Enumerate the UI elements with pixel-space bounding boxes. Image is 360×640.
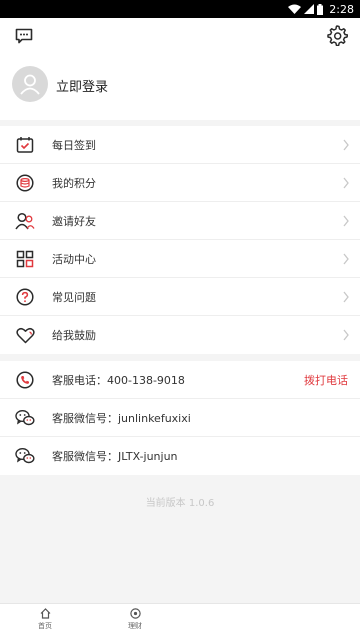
status-bar: 2:28 (0, 0, 360, 18)
status-icons (288, 3, 324, 15)
settings-button[interactable] (326, 24, 349, 47)
invite-friends-icon (15, 211, 35, 231)
menu-item-label: 常见问题 (52, 290, 96, 304)
contact-phone-row: 客服电话：400-138-9018 拨打电话 (0, 361, 360, 399)
activity-grid-icon (15, 249, 35, 269)
battery-icon (317, 3, 324, 15)
message-button[interactable] (14, 26, 34, 46)
profile-header: 立即登录 (0, 18, 360, 120)
contact-list: 客服电话：400-138-9018 拨打电话 客服微信号：junlinkefux… (0, 361, 360, 475)
contact-wechat-row-2[interactable]: 客服微信号：JLTX-junjun (0, 437, 360, 475)
heart-icon (15, 325, 35, 345)
phone-icon (15, 370, 35, 390)
chevron-right-icon (343, 291, 349, 303)
menu-list: 每日签到 我的积分 邀请好友 活动中心 常见问题 给我鼓励 (0, 126, 360, 354)
service-phone-text: 客服电话：400-138-9018 (52, 373, 185, 387)
contact-wechat-row-1[interactable]: 客服微信号：junlinkefuxixi (0, 399, 360, 437)
service-wechat-text: 客服微信号：JLTX-junjun (52, 450, 178, 463)
calendar-check-icon (15, 135, 35, 155)
user-avatar-icon (20, 74, 40, 95)
finance-icon (129, 608, 141, 619)
chevron-right-icon (343, 253, 349, 265)
call-button[interactable]: 拨打电话 (304, 372, 348, 388)
menu-item-activity-center[interactable]: 活动中心 (0, 240, 360, 278)
menu-item-faq[interactable]: 常见问题 (0, 278, 360, 316)
menu-item-label: 活动中心 (52, 252, 96, 266)
signal-icon (304, 4, 315, 14)
menu-item-encourage[interactable]: 给我鼓励 (0, 316, 360, 354)
tab-label: 首页 (38, 622, 52, 630)
wechat-icon (15, 446, 35, 466)
chevron-right-icon (343, 139, 349, 151)
question-icon (15, 287, 35, 307)
wechat-icon (15, 408, 35, 428)
tab-finance[interactable]: 理财 (110, 608, 160, 631)
gear-icon (327, 25, 349, 47)
chevron-right-icon (343, 329, 349, 341)
chevron-right-icon (343, 177, 349, 189)
tab-home[interactable]: 首页 (20, 608, 70, 631)
home-icon (40, 608, 50, 619)
service-wechat-text: 客服微信号：junlinkefuxixi (52, 411, 191, 425)
chevron-right-icon (343, 215, 349, 227)
menu-item-label: 邀请好友 (52, 214, 96, 228)
app-version: 当前版本 1.0.6 (145, 498, 215, 509)
tab-label: 理财 (128, 622, 142, 630)
menu-item-my-points[interactable]: 我的积分 (0, 164, 360, 202)
menu-item-label: 每日签到 (52, 138, 96, 152)
wifi-icon (288, 4, 302, 14)
menu-item-daily-checkin[interactable]: 每日签到 (0, 126, 360, 164)
message-icon (15, 28, 33, 44)
login-link[interactable]: 立即登录 (56, 76, 108, 95)
menu-item-invite-friends[interactable]: 邀请好友 (0, 202, 360, 240)
status-time: 2:28 (329, 2, 354, 16)
points-coin-icon (15, 173, 35, 193)
bottom-tab-bar: 首页 理财 (0, 603, 360, 640)
menu-item-label: 我的积分 (52, 176, 96, 190)
avatar[interactable] (12, 66, 48, 102)
menu-item-label: 给我鼓励 (52, 329, 96, 342)
